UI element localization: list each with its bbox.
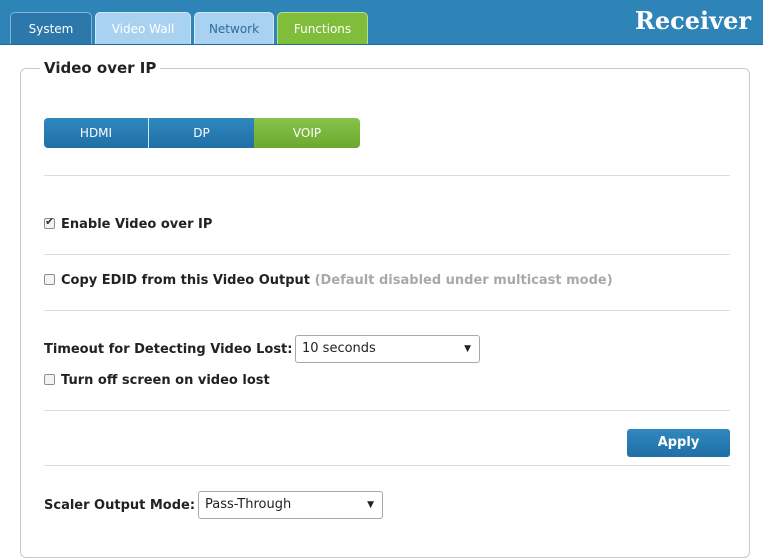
copy-edid-label: Copy EDID from this Video Output: [61, 273, 311, 288]
turn-off-screen-label: Turn off screen on video lost: [61, 373, 270, 388]
brand-title: Receiver: [634, 6, 751, 35]
tab-network[interactable]: Network: [194, 12, 274, 44]
turn-off-screen-checkbox[interactable]: [44, 374, 55, 385]
copy-edid-checkbox[interactable]: [44, 274, 55, 285]
scaler-output-label: Scaler Output Mode:: [44, 498, 196, 513]
tab-video-wall[interactable]: Video Wall: [95, 12, 191, 44]
scaler-output-value: Pass-Through: [205, 497, 292, 512]
divider: [44, 310, 730, 311]
enable-voip-row: Enable Video over IP: [44, 215, 213, 232]
turn-off-screen-row: Turn off screen on video lost: [44, 373, 270, 388]
segment-dp[interactable]: DP: [149, 118, 254, 148]
divider: [44, 465, 730, 466]
segment-voip[interactable]: VOIP: [254, 118, 360, 148]
chevron-down-icon: ▼: [367, 500, 374, 510]
timeout-select[interactable]: 10 seconds ▼: [295, 335, 480, 363]
copy-edid-row: Copy EDID from this Video Output (Defaul…: [44, 273, 613, 288]
segment-hdmi[interactable]: HDMI: [44, 118, 149, 148]
divider: [44, 175, 730, 176]
copy-edid-note: (Default disabled under multicast mode): [314, 273, 613, 288]
tab-system[interactable]: System: [10, 12, 92, 44]
section-title: Video over IP: [40, 59, 161, 77]
header-bar: System Video Wall Network Functions Rece…: [0, 0, 763, 45]
tab-functions[interactable]: Functions: [277, 12, 368, 44]
enable-voip-label: Enable Video over IP: [61, 217, 213, 232]
timeout-select-value: 10 seconds: [302, 341, 376, 356]
apply-button[interactable]: Apply: [627, 429, 730, 457]
divider: [44, 254, 730, 255]
chevron-down-icon: ▼: [464, 344, 471, 354]
enable-voip-checkbox[interactable]: [44, 215, 55, 229]
divider: [44, 410, 730, 411]
timeout-label: Timeout for Detecting Video Lost:: [44, 342, 293, 357]
scaler-output-select[interactable]: Pass-Through ▼: [198, 491, 383, 519]
